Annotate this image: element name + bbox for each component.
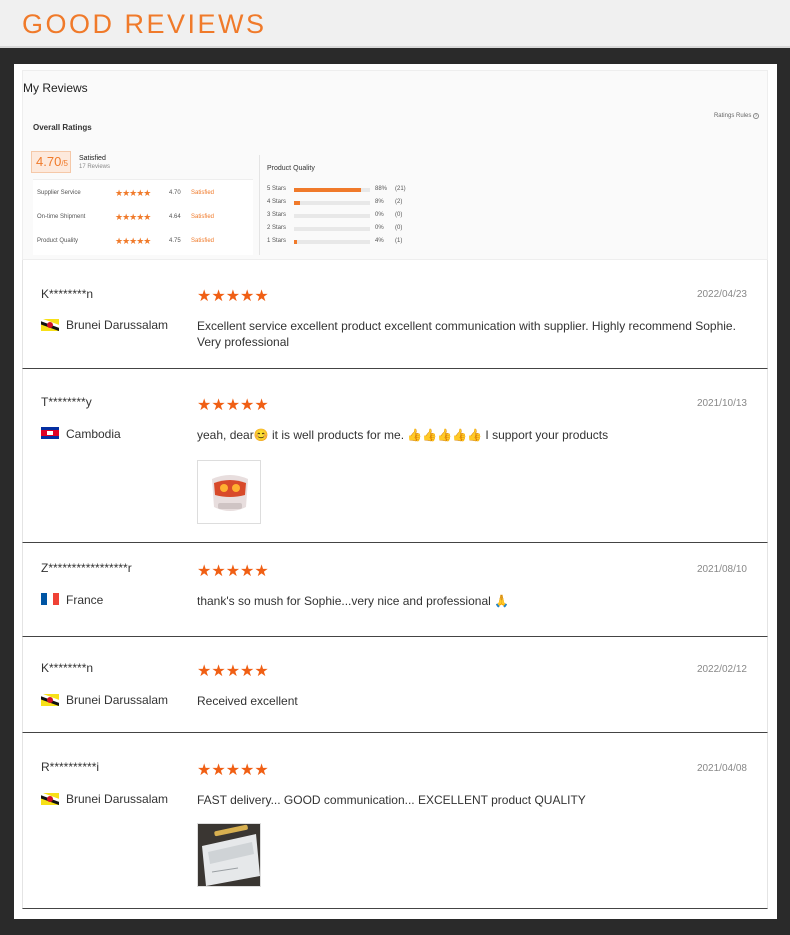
reviews-panel: My Reviews Overall Ratings Ratings Rules… <box>14 64 777 919</box>
review-stars: ★★★★★ <box>197 663 269 680</box>
distribution-count: (21) <box>395 186 406 192</box>
ratings-rules-label[interactable]: Ratings Rules <box>714 113 751 119</box>
review-card: Z*****************r ★★★★★ 2021/08/10 Fra… <box>22 543 768 637</box>
review-date: 2021/10/13 <box>696 398 747 409</box>
reviewer-name: K********n <box>41 661 94 675</box>
summary-divider <box>259 155 260 255</box>
massager-product-image[interactable] <box>198 461 261 524</box>
rating-status: Satisfied <box>191 190 215 196</box>
distribution-count: (0) <box>395 225 403 231</box>
overall-ratings-label: Overall Ratings <box>33 123 92 132</box>
distribution-fill <box>294 188 361 192</box>
distribution-track <box>294 227 370 231</box>
distribution-track <box>294 240 370 244</box>
rating-stars: ★★★★★ <box>115 188 151 198</box>
rating-row-product-quality: Product Quality ★★★★★ 4.75 Satisfied <box>37 236 253 248</box>
distribution-label: 1 Stars <box>267 238 287 244</box>
reviewer-country: France <box>66 593 104 607</box>
distribution-count: (0) <box>395 212 403 218</box>
rating-stars: ★★★★★ <box>115 212 151 222</box>
my-reviews-heading: My Reviews <box>23 81 88 95</box>
overall-score: 4.70 <box>36 154 62 169</box>
overall-satisfaction: Satisfied <box>79 155 106 162</box>
distribution-track <box>294 214 370 218</box>
rating-label: On-time Shipment <box>37 214 86 220</box>
score-suffix: /5 <box>61 159 68 168</box>
ratings-rules-link[interactable]: Ratings Rules ? <box>714 113 759 119</box>
review-date: 2021/04/08 <box>696 763 747 774</box>
distribution-label: 2 Stars <box>267 225 287 231</box>
distribution-row-3: 3 Stars 0% (0) <box>267 211 447 223</box>
distribution-label: 3 Stars <box>267 212 287 218</box>
review-card: K********n ★★★★★ 2022/04/23 Brunei Darus… <box>22 260 768 369</box>
reviewer-name: T********y <box>41 395 92 409</box>
brunei-flag-icon <box>41 793 59 805</box>
distribution-row-4: 4 Stars 8% (2) <box>267 198 447 210</box>
review-text: FAST delivery... GOOD communication... E… <box>197 793 586 807</box>
distribution-percent: 88% <box>375 186 388 192</box>
cambodia-flag-icon <box>41 427 59 439</box>
review-photo-thumbnail[interactable] <box>197 460 261 524</box>
review-date: 2021/08/10 <box>696 564 747 575</box>
banner-title: GOOD REVIEWS <box>22 9 267 39</box>
header-banner: GOOD REVIEWS <box>0 0 790 48</box>
reviewer-country: Brunei Darussalam <box>66 318 169 332</box>
review-stars: ★★★★★ <box>197 397 269 414</box>
rating-status: Satisfied <box>191 214 215 220</box>
review-text: Received excellent <box>197 694 298 708</box>
review-card: R**********i ★★★★★ 2021/04/08 Brunei Dar… <box>22 733 768 909</box>
distribution-row-1: 1 Stars 4% (1) <box>267 237 447 249</box>
distribution-track <box>294 201 370 205</box>
product-quality-title: Product Quality <box>267 165 315 172</box>
review-stars: ★★★★★ <box>197 762 269 779</box>
distribution-fill <box>294 240 298 244</box>
product-box-image[interactable] <box>198 824 261 887</box>
reviewer-name: Z*****************r <box>41 561 132 575</box>
review-stars: ★★★★★ <box>197 563 269 580</box>
category-ratings: Supplier Service ★★★★★ 4.70 Satisfied On… <box>33 179 253 255</box>
review-text: Excellent service excellent product exce… <box>197 319 736 349</box>
brunei-flag-icon <box>41 694 59 706</box>
distribution-row-5: 5 Stars 88% (21) <box>267 185 447 197</box>
distribution-label: 4 Stars <box>267 199 287 205</box>
distribution-percent: 4% <box>375 238 384 244</box>
review-stars: ★★★★★ <box>197 288 269 305</box>
distribution-label: 5 Stars <box>267 186 287 192</box>
overall-score-badge: 4.70/5 <box>31 151 71 173</box>
distribution-percent: 0% <box>375 212 384 218</box>
review-photo-thumbnail[interactable] <box>197 823 261 887</box>
distribution-count: (2) <box>395 199 403 205</box>
distribution-percent: 8% <box>375 199 384 205</box>
rating-score: 4.64 <box>169 214 181 220</box>
reviewer-name: K********n <box>41 287 94 301</box>
review-text: thank's so mush for Sophie...very nice a… <box>197 594 510 608</box>
rating-label: Product Quality <box>37 238 79 244</box>
review-count: 17 Reviews <box>79 164 111 170</box>
help-icon[interactable]: ? <box>753 113 759 119</box>
rating-score: 4.70 <box>169 190 181 196</box>
review-card: T********y ★★★★★ 2021/10/13 Cambodia yea… <box>22 369 768 543</box>
rating-status: Satisfied <box>191 238 215 244</box>
ratings-summary: My Reviews Overall Ratings Ratings Rules… <box>22 70 768 260</box>
rating-label: Supplier Service <box>37 190 81 196</box>
distribution-row-2: 2 Stars 0% (0) <box>267 224 447 236</box>
france-flag-icon <box>41 593 59 605</box>
rating-row-on-time-shipment: On-time Shipment ★★★★★ 4.64 Satisfied <box>37 212 253 224</box>
rating-score: 4.75 <box>169 238 181 244</box>
review-card: K********n ★★★★★ 2022/02/12 Brunei Darus… <box>22 637 768 733</box>
reviewer-name: R**********i <box>41 760 100 774</box>
review-date: 2022/02/12 <box>696 664 747 675</box>
reviewer-country: Brunei Darussalam <box>66 693 169 707</box>
rating-row-supplier-service: Supplier Service ★★★★★ 4.70 Satisfied <box>37 188 253 200</box>
review-text: yeah, dear😊 it is well products for me. … <box>197 428 609 442</box>
reviewer-country: Cambodia <box>66 427 121 441</box>
rating-stars: ★★★★★ <box>115 236 151 246</box>
distribution-fill <box>294 201 301 205</box>
distribution-track <box>294 188 370 192</box>
distribution-percent: 0% <box>375 225 384 231</box>
reviewer-country: Brunei Darussalam <box>66 792 169 806</box>
brunei-flag-icon <box>41 319 59 331</box>
distribution-count: (1) <box>395 238 403 244</box>
review-date: 2022/04/23 <box>696 289 747 300</box>
